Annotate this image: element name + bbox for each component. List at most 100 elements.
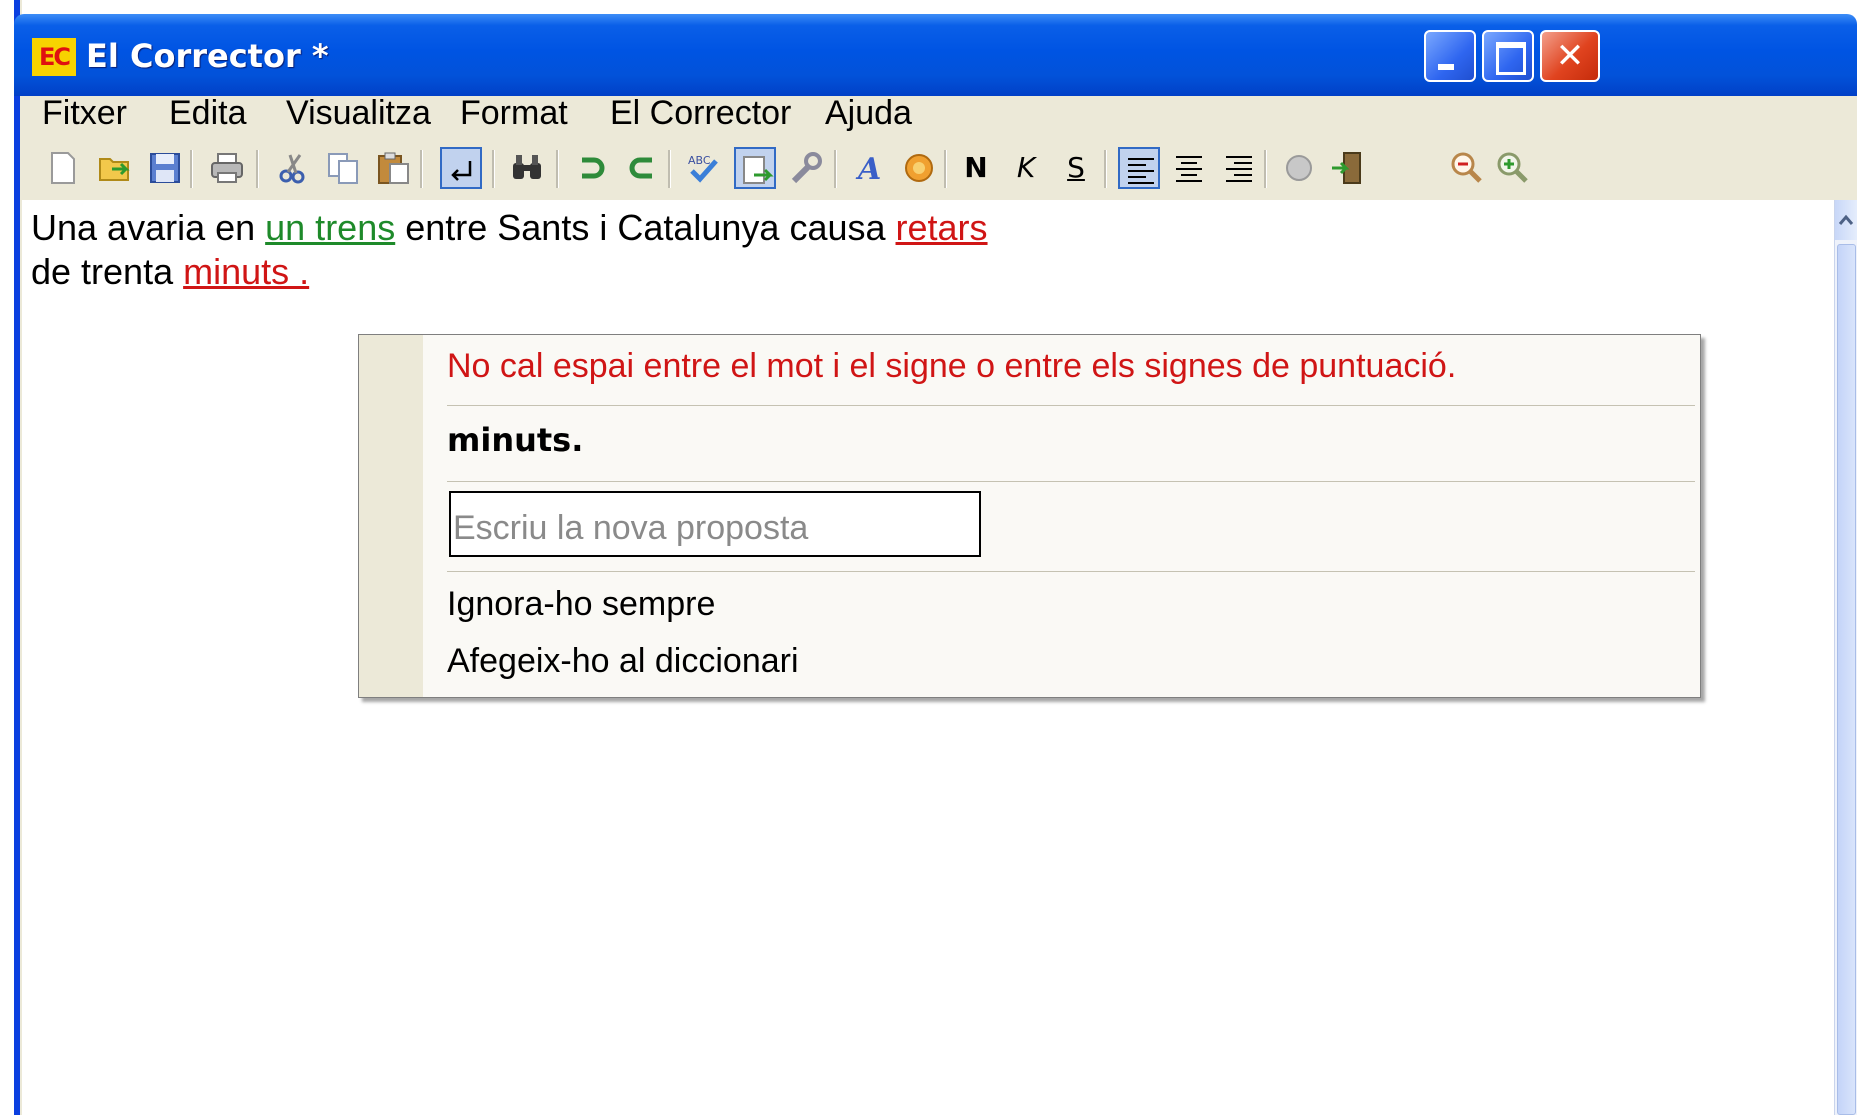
align-center-button[interactable] — [1168, 147, 1210, 189]
popup-divider — [447, 571, 1695, 572]
popup-divider — [447, 481, 1695, 482]
document-line: de trenta minuts . — [31, 252, 309, 292]
menu-visualitza[interactable]: Visualitza — [286, 96, 431, 130]
zoom-out-icon — [1451, 152, 1482, 183]
align-left-icon — [1128, 158, 1154, 184]
help-button[interactable] — [1278, 147, 1320, 189]
redo-button[interactable] — [620, 147, 662, 189]
document-line: Una avaria en un trens entre Sants i Cat… — [31, 208, 988, 248]
cut-icon — [279, 154, 305, 184]
font-button[interactable]: A — [848, 147, 890, 189]
text-run: Una avaria en — [31, 207, 266, 248]
menu-el-corrector[interactable]: El Corrector — [610, 96, 791, 130]
vertical-scrollbar[interactable] — [1834, 200, 1857, 1115]
new-document-button[interactable] — [42, 147, 84, 189]
text-run: entre Sants i Catalunya causa — [395, 207, 896, 248]
window-title: El Corrector * — [86, 37, 329, 75]
align-center-icon — [1176, 156, 1202, 182]
chevron-up-icon — [1838, 214, 1854, 225]
save-icon — [150, 153, 180, 183]
grammar-error[interactable]: un trens — [265, 207, 395, 248]
redo-icon — [629, 157, 652, 179]
close-button[interactable]: ✕ — [1540, 30, 1600, 82]
open-button[interactable] — [94, 147, 136, 189]
color-button[interactable] — [898, 147, 940, 189]
paste-icon — [378, 152, 409, 184]
spelling-error[interactable]: retars — [896, 207, 988, 248]
maximize-icon — [1484, 32, 1532, 80]
app-window: EC El Corrector * ✕ Fitxer Edita Visuali… — [0, 0, 1857, 1115]
exit-icon — [1332, 152, 1361, 184]
title-bar[interactable]: EC El Corrector * ✕ — [14, 14, 1857, 96]
add-to-dictionary-item[interactable]: Afegeix-ho al diccionari — [447, 642, 799, 681]
paragraph-mark-button[interactable] — [440, 147, 482, 189]
print-icon — [211, 153, 243, 183]
error-message: No cal espai entre el mot i el signe o e… — [447, 347, 1457, 385]
copy-button[interactable] — [322, 147, 364, 189]
maximize-button[interactable] — [1482, 30, 1534, 82]
align-left-button[interactable] — [1118, 147, 1160, 189]
copy-icon — [328, 153, 358, 184]
app-logo-icon: EC — [32, 38, 76, 76]
menu-edita[interactable]: Edita — [169, 96, 247, 130]
toolbar-separator — [944, 150, 947, 188]
italic-button[interactable]: K — [1008, 148, 1044, 188]
undo-button[interactable] — [570, 147, 612, 189]
suggestion-item[interactable]: minuts. — [447, 421, 583, 459]
svg-text:ABC: ABC — [688, 154, 711, 167]
color-icon — [905, 154, 933, 182]
new-document-icon — [51, 152, 75, 184]
print-button[interactable] — [206, 147, 248, 189]
punctuation-error[interactable]: minuts . — [183, 251, 309, 292]
exit-button[interactable] — [1326, 147, 1368, 189]
save-button[interactable] — [144, 147, 186, 189]
minimize-button[interactable] — [1424, 30, 1476, 82]
minimize-icon — [1426, 32, 1474, 80]
paste-button[interactable] — [372, 147, 414, 189]
toolbar-separator — [190, 150, 193, 188]
toolbar-separator — [834, 150, 837, 188]
toolbar-separator — [492, 150, 495, 188]
toolbar-separator — [420, 150, 423, 188]
bold-button[interactable]: N — [958, 148, 994, 188]
toolbar-separator — [256, 150, 259, 188]
popup-divider — [447, 405, 1695, 406]
new-proposal-input[interactable] — [449, 491, 981, 557]
menu-ajuda[interactable]: Ajuda — [825, 96, 912, 130]
menu-fitxer[interactable]: Fitxer — [42, 96, 127, 130]
tools-icon — [791, 152, 822, 184]
export-button[interactable] — [734, 147, 776, 189]
export-icon — [743, 156, 774, 184]
toolbar-separator — [556, 150, 559, 188]
zoom-in-button[interactable] — [1492, 147, 1534, 189]
tools-button[interactable] — [784, 147, 826, 189]
scrollbar-thumb[interactable] — [1837, 244, 1856, 1115]
align-right-button[interactable] — [1218, 147, 1260, 189]
spellcheck-icon: ABC — [688, 154, 718, 183]
toolbar-separator — [1264, 150, 1267, 188]
menu-bar: Fitxer Edita Visualitza Format El Correc… — [22, 96, 1857, 142]
text-run: de trenta — [31, 251, 184, 292]
toolbar-separator — [668, 150, 671, 188]
open-icon — [99, 158, 130, 181]
align-right-icon — [1226, 156, 1252, 182]
paragraph-mark-icon — [451, 161, 472, 181]
toolbar: ABC A N K S — [22, 142, 1857, 201]
font-icon: A — [855, 152, 881, 185]
help-icon — [1286, 155, 1312, 181]
cut-button[interactable] — [272, 147, 314, 189]
popup-gutter — [359, 335, 423, 697]
window-frame — [0, 0, 22, 1115]
close-icon: ✕ — [1555, 36, 1585, 76]
zoom-out-button[interactable] — [1446, 147, 1488, 189]
find-icon — [513, 155, 541, 179]
toolbar-separator — [1104, 150, 1107, 188]
ignore-always-item[interactable]: Ignora-ho sempre — [447, 585, 715, 624]
spellcheck-button[interactable]: ABC — [682, 147, 724, 189]
menu-format[interactable]: Format — [460, 96, 568, 130]
underline-button[interactable]: S — [1058, 148, 1094, 188]
scroll-up-button[interactable] — [1835, 200, 1857, 240]
zoom-in-icon — [1497, 152, 1528, 183]
undo-icon — [582, 157, 605, 179]
find-button[interactable] — [506, 147, 548, 189]
